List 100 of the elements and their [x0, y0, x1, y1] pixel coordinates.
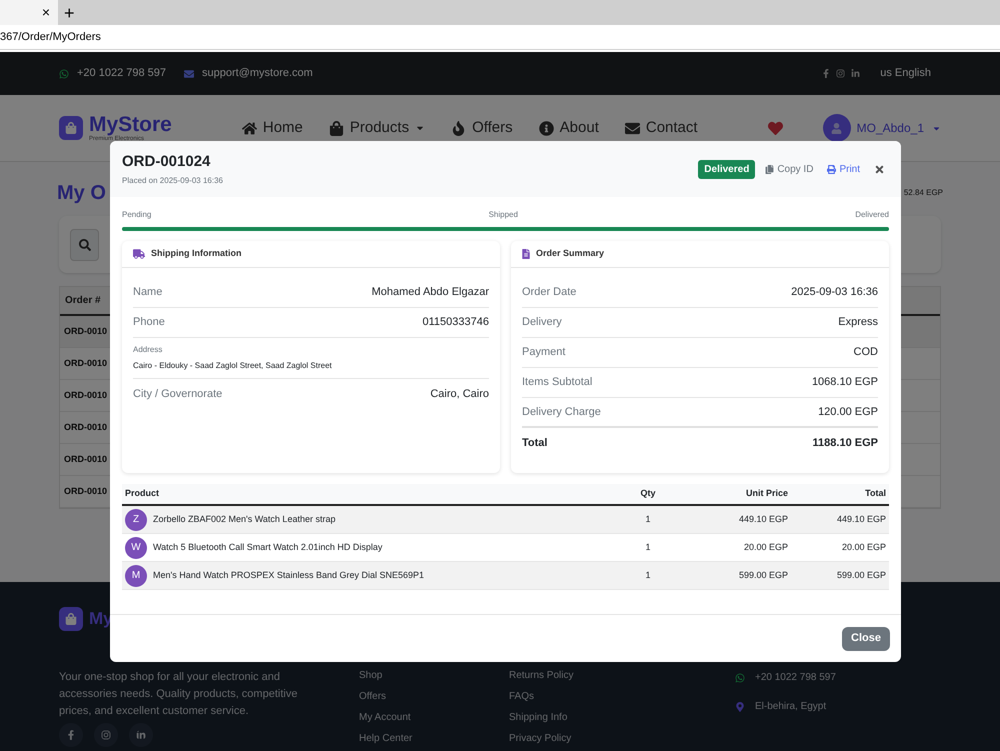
flame-icon — [451, 120, 466, 136]
order-number: ORD-0010 — [64, 452, 108, 466]
summary-label: Order Date — [522, 285, 576, 300]
column-header: Order # — [65, 294, 101, 308]
page-title: My O — [57, 181, 106, 206]
order-number: ORD-0010 — [64, 324, 108, 338]
summary-value: 1188.10 EGP — [812, 436, 878, 451]
card-title: Shipping Information — [151, 247, 242, 260]
envelope-icon — [184, 68, 194, 78]
dialog-title: ORD-001024 — [122, 152, 212, 172]
summary-label: Delivery Charge — [522, 404, 601, 420]
topbar-phone: +20 1022 798 597 — [77, 66, 166, 82]
nav-link[interactable]: Contact — [624, 116, 698, 140]
order-number: ORD-0010 — [64, 388, 108, 402]
nav-link[interactable]: About — [538, 116, 599, 140]
product-initial: Z — [125, 508, 147, 530]
field-value: Cairo, Cairo — [430, 386, 489, 402]
total-cell-text: 449.10 EGP — [836, 512, 886, 526]
column-header: Total — [864, 487, 886, 500]
dialog-subtitle: Placed on 2025-09-03 16:36 — [122, 175, 223, 188]
language-selector[interactable]: us English — [880, 65, 931, 82]
facebook-icon[interactable] — [59, 722, 83, 746]
summary-value: 120.00 EGP — [818, 404, 878, 420]
new-tab-button[interactable]: + — [58, 4, 81, 22]
product-name: Zorbello ZBAF002 Men's Watch Leather strap — [153, 512, 336, 526]
logo-icon — [59, 116, 83, 140]
avatar-icon[interactable] — [822, 114, 851, 142]
column-header: Unit Price — [744, 487, 788, 500]
summary-label: Total — [522, 436, 548, 451]
footer-address: El-behira, Egypt — [755, 700, 826, 714]
footer-phone: +20 1022 798 597 — [755, 671, 836, 685]
user-menu[interactable]: MO_Abdo_1 — [856, 119, 924, 137]
footer-link[interactable]: Offers — [359, 689, 509, 704]
progress-step: Delivered — [855, 209, 889, 221]
footer-link[interactable]: My Account — [359, 710, 509, 725]
balance-text: 52.84 EGP — [904, 187, 943, 199]
facebook-icon[interactable] — [822, 69, 830, 78]
search-icon — [78, 238, 90, 250]
map-pin-icon — [735, 702, 745, 712]
progress-step: Pending — [122, 209, 152, 221]
summary-value: COD — [854, 345, 878, 360]
product-name: Men's Hand Watch PROSPEX Stainless Band Grey Dial SNE569P1 — [153, 568, 424, 582]
column-header: Qty — [639, 487, 656, 500]
total-cell-text: 599.00 EGP — [836, 568, 886, 582]
close-icon — [874, 164, 885, 174]
summary-value: Express — [838, 315, 878, 330]
info-icon — [538, 120, 554, 136]
product-name: Watch 5 Bluetooth Call Smart Watch 2.01inch HD Display — [153, 540, 382, 554]
field-label: Name — [133, 285, 162, 300]
envelope-icon — [624, 120, 640, 136]
nav-link[interactable]: Products — [328, 116, 426, 140]
instagram-icon[interactable] — [94, 722, 118, 746]
footer-link[interactable]: Help Center — [359, 731, 509, 746]
heart-icon[interactable] — [768, 120, 783, 136]
summary-value: 2025-09-03 16:36 — [791, 285, 878, 300]
bag-icon — [328, 120, 344, 136]
print-button[interactable]: Print — [827, 162, 860, 176]
summary-label: Delivery — [522, 315, 562, 330]
footer-link[interactable]: Shipping Info — [509, 710, 735, 725]
linkedin-icon[interactable] — [129, 722, 153, 746]
nav-link[interactable]: Home — [242, 116, 303, 140]
total-cell-text: 20.00 EGP — [840, 540, 886, 554]
order-number: ORD-0010 — [64, 484, 108, 498]
close-button[interactable] — [874, 164, 885, 174]
printer-icon — [827, 164, 836, 174]
card-title: Order Summary — [536, 247, 604, 260]
summary-label: Payment — [522, 345, 566, 360]
field-label: Phone — [133, 315, 165, 330]
progress-step: Shipped — [488, 209, 518, 221]
footer-link[interactable]: Returns Policy — [509, 668, 735, 683]
quantity-cell-text: 1 — [644, 540, 652, 554]
whatsapp-icon — [735, 672, 745, 682]
topbar-email: support@mystore.com — [202, 66, 313, 82]
unit-price-cell-text: 20.00 EGP — [742, 540, 788, 554]
truck-icon — [133, 249, 145, 259]
instagram-icon[interactable] — [836, 69, 846, 78]
footer-link[interactable]: Shop — [359, 668, 509, 683]
document-icon — [522, 249, 530, 259]
field-value: Cairo - Eldouky - Saad Zaglol Street, Saad Zaglol Street — [133, 360, 333, 372]
footer-link[interactable]: Privacy Policy — [509, 731, 735, 746]
field-label: City / Governorate — [133, 386, 222, 402]
quantity-cell-text: 1 — [644, 512, 652, 526]
linkedin-icon[interactable] — [851, 69, 860, 78]
whatsapp-icon — [59, 68, 69, 78]
copy-id-button[interactable]: Copy ID — [765, 162, 814, 176]
field-value: Mohamed Abdo Elgazar — [372, 285, 489, 300]
order-number: ORD-0010 — [64, 356, 108, 370]
close-dialog-button[interactable]: Close — [842, 626, 890, 650]
footer-description: Your one-stop shop for all your electronic and accessories needs. Quality products, competitive prices, and excellent customer service. — [59, 670, 298, 718]
home-icon — [242, 120, 257, 136]
nav-link[interactable]: Offers — [451, 116, 513, 140]
search-button[interactable] — [70, 228, 99, 260]
copy-icon — [765, 164, 774, 174]
brand-name[interactable]: MyStore — [89, 114, 172, 135]
field-label: Address — [133, 344, 164, 356]
unit-price-cell-text: 449.10 EGP — [738, 512, 788, 526]
address-bar[interactable]: 367/Order/MyOrders — [0, 28, 101, 46]
summary-label: Items Subtotal — [522, 375, 592, 390]
product-initial: W — [125, 536, 147, 558]
footer-link[interactable]: FAQs — [509, 689, 735, 704]
